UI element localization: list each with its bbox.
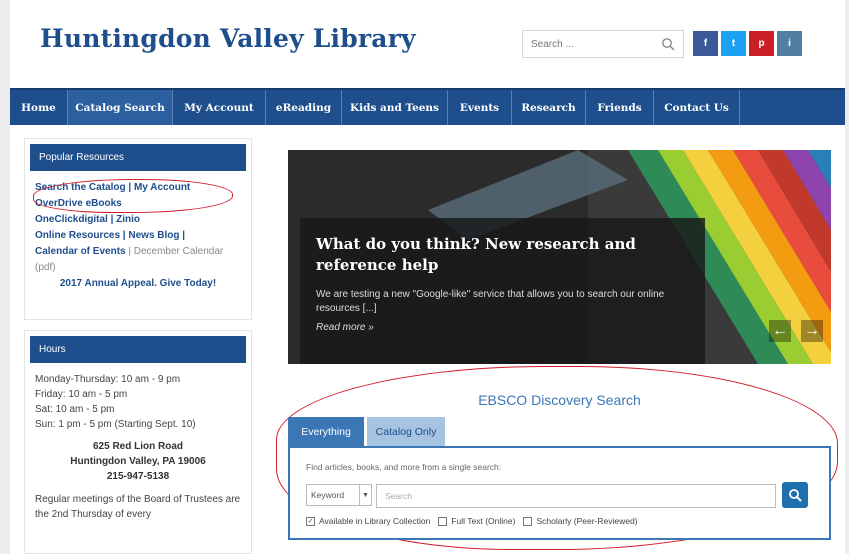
tab-everything[interactable]: Everything — [288, 417, 364, 446]
nav-events[interactable]: Events — [448, 90, 512, 125]
link-news-blog[interactable]: News Blog — [128, 230, 179, 241]
site-title[interactable]: Huntingdon Valley Library — [40, 24, 416, 53]
instagram-icon[interactable]: i — [777, 31, 802, 56]
checkbox-scholarly-label: Scholarly (Peer-Reviewed) — [536, 516, 638, 526]
social-links: f t p i — [693, 31, 802, 56]
checkbox-available-label: Available in Library Collection — [319, 516, 431, 526]
link-online-resources[interactable]: Online Resources — [35, 230, 120, 241]
address-street: 625 Red Lion Road — [92, 441, 183, 452]
main-nav: Home Catalog Search My Account eReading … — [10, 88, 845, 125]
hours-body: Monday-Thursday: 10 am - 9 pm Friday: 10… — [25, 363, 251, 522]
ebsco-filters: ✓ Available in Library Collection Full T… — [306, 516, 638, 526]
ebsco-search-box: Find articles, books, and more from a si… — [288, 446, 831, 540]
tab-catalog-only[interactable]: Catalog Only — [367, 417, 445, 446]
link-annual-appeal[interactable]: 2017 Annual Appeal. Give Today! — [35, 276, 241, 292]
checkbox-fulltext-label: Full Text (Online) — [451, 516, 516, 526]
slide-title[interactable]: What do you think? New research and refe… — [316, 234, 689, 276]
ebsco-search-input[interactable]: Search — [376, 484, 776, 508]
separator: | — [125, 246, 134, 257]
read-more-link[interactable]: Read more » — [316, 322, 689, 333]
hours-line: Sat: 10 am - 5 pm — [35, 404, 115, 415]
site-search-input[interactable] — [523, 31, 653, 57]
nav-catalog-search[interactable]: Catalog Search — [68, 90, 173, 125]
hours-line: Sun: 1 pm - 5 pm (Starting Sept. 10) — [35, 419, 196, 430]
annotation-circle — [33, 179, 233, 213]
link-oneclickdigital[interactable]: OneClickdigital — [35, 214, 108, 225]
chevron-down-icon: ▼ — [359, 485, 371, 505]
board-meeting-text: Regular meetings of the Board of Trustee… — [35, 494, 241, 520]
site-search — [522, 30, 684, 58]
pinterest-icon[interactable]: p — [749, 31, 774, 56]
checkbox-available[interactable]: ✓ — [306, 516, 315, 526]
checkbox-scholarly[interactable] — [523, 516, 533, 526]
nav-home[interactable]: Home — [10, 90, 68, 125]
hours-heading: Hours — [30, 336, 246, 363]
ebsco-title: EBSCO Discovery Search — [478, 392, 641, 408]
search-icon — [789, 489, 802, 502]
facebook-icon[interactable]: f — [693, 31, 718, 56]
address-city: Huntingdon Valley, PA 19006 — [70, 456, 206, 467]
separator: | — [107, 214, 117, 225]
slide-text: We are testing a new "Google-like" servi… — [316, 289, 665, 314]
page: Huntingdon Valley Library f t p i Home C… — [10, 0, 845, 554]
phone-number: 215-947-5138 — [106, 471, 170, 482]
search-type-value: Keyword — [311, 490, 345, 500]
nav-contact[interactable]: Contact Us — [654, 90, 740, 125]
link-zinio[interactable]: Zinio — [116, 214, 140, 225]
hours-panel: Hours Monday-Thursday: 10 am - 9 pm Frid… — [24, 330, 252, 554]
nav-ereading[interactable]: eReading — [266, 90, 342, 125]
checkbox-fulltext[interactable] — [438, 516, 448, 526]
slider-arrows: ← → — [769, 320, 823, 342]
popular-resources-heading: Popular Resources — [30, 144, 246, 171]
slide-caption: What do you think? New research and refe… — [300, 218, 705, 364]
arrow-left-icon[interactable]: ← — [769, 320, 791, 342]
separator: | — [179, 230, 186, 241]
address: 625 Red Lion Road Huntingdon Valley, PA … — [35, 439, 241, 484]
arrow-right-icon[interactable]: → — [801, 320, 823, 342]
popular-resources-panel: Popular Resources Search the Catalog | M… — [24, 138, 252, 320]
nav-my-account[interactable]: My Account — [173, 90, 266, 125]
nav-research[interactable]: Research — [512, 90, 586, 125]
link-calendar-events[interactable]: Calendar of Events — [35, 246, 126, 257]
twitter-icon[interactable]: t — [721, 31, 746, 56]
news-slider[interactable]: What do you think? New research and refe… — [288, 150, 831, 364]
hours-line: Monday-Thursday: 10 am - 9 pm — [35, 374, 181, 385]
search-type-select[interactable]: Keyword ▼ — [306, 484, 372, 506]
nav-kids-teens[interactable]: Kids and Teens — [342, 90, 448, 125]
nav-friends[interactable]: Friends — [586, 90, 654, 125]
search-icon[interactable] — [661, 37, 675, 51]
hours-line: Friday: 10 am - 5 pm — [35, 389, 128, 400]
ebsco-instructions: Find articles, books, and more from a si… — [306, 462, 502, 472]
ebsco-search-button[interactable] — [782, 482, 808, 508]
